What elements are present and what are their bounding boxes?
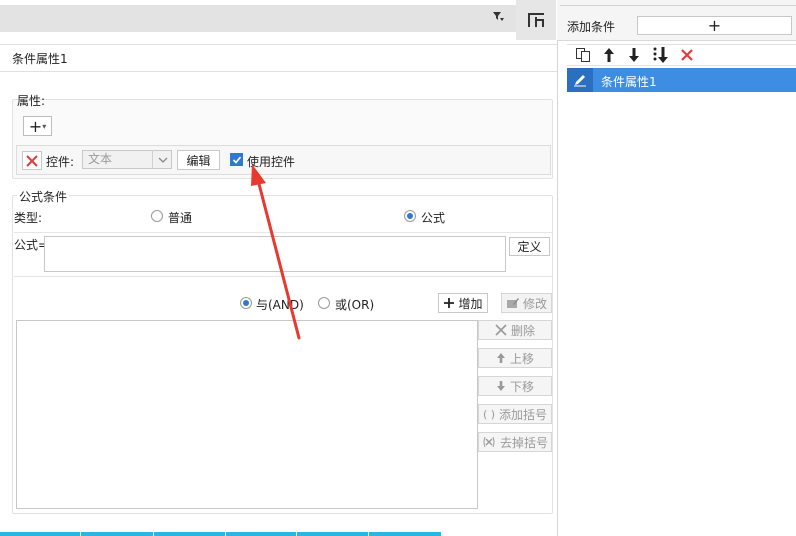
condition-list — [567, 67, 796, 536]
edit-pencil-icon — [567, 68, 593, 92]
down-label: 下移 — [509, 379, 534, 394]
delete-label: 删除 — [510, 323, 535, 338]
modify-icon — [506, 298, 519, 308]
add-condition-label: 添加条件 — [567, 20, 616, 34]
plus-icon: + — [28, 116, 43, 136]
move-up-button[interactable]: 上移 — [478, 348, 552, 368]
up-label: 上移 — [509, 351, 534, 366]
arrow-up-icon[interactable] — [600, 46, 618, 64]
checkmark-icon — [232, 155, 241, 164]
add-bracket-label: 添加括号 — [499, 407, 548, 422]
bottom-tab-strip — [0, 532, 441, 536]
type-label: 类型: — [14, 211, 43, 225]
property-label: 属性: — [17, 94, 46, 108]
use-control-label: 使用控件 — [247, 155, 296, 169]
use-control-checkbox[interactable] — [230, 153, 243, 166]
divider — [225, 532, 226, 536]
top-toolbar-strip — [0, 5, 516, 32]
list-item-label: 条件属性1 — [601, 75, 657, 89]
arrow-down-icon — [496, 381, 505, 391]
formula-condition-label: 公式条件 — [17, 188, 70, 205]
arrow-down-icon[interactable] — [625, 46, 643, 64]
edit-button[interactable]: 编辑 — [177, 150, 220, 170]
divider — [14, 276, 552, 277]
filter-dropdown-icon[interactable] — [492, 10, 504, 25]
modify-button[interactable]: 修改 — [501, 293, 552, 313]
divider — [368, 532, 369, 536]
chevron-down-icon: ▾ — [42, 121, 47, 131]
remove-bracket-label: 去掉括号 — [499, 435, 548, 450]
bracket-icon: ( ) — [482, 407, 496, 421]
logic-and-label: 与(AND) — [256, 298, 304, 312]
add-condition-button[interactable]: + — [637, 16, 792, 35]
close-icon — [495, 324, 507, 336]
divider — [14, 232, 552, 233]
page-title: 条件属性1 — [12, 52, 68, 66]
delete-property-button[interactable] — [22, 151, 42, 170]
add-property-button[interactable]: + ▾ — [23, 116, 52, 136]
condition-rows-list[interactable] — [16, 320, 478, 509]
remove-bracket-icon — [483, 436, 495, 448]
chevron-down-icon[interactable] — [152, 150, 172, 169]
remove-bracket-button[interactable]: 去掉括号 — [478, 432, 552, 452]
type-formula-radio[interactable] — [404, 210, 416, 222]
move-down-button[interactable]: 下移 — [478, 376, 552, 396]
logic-or-label: 或(OR) — [335, 298, 375, 312]
logic-or-radio[interactable] — [318, 297, 330, 309]
type-normal-radio[interactable] — [151, 210, 163, 222]
tab-title-bar — [0, 44, 557, 72]
divider — [560, 5, 796, 6]
divider — [296, 532, 297, 536]
copy-icon[interactable] — [574, 46, 592, 64]
divider — [80, 532, 81, 536]
add-bracket-button[interactable]: ( ) 添加括号 — [478, 404, 552, 424]
add-label: 增加 — [458, 296, 483, 311]
type-normal-label: 普通 — [168, 211, 193, 225]
modify-label: 修改 — [522, 296, 547, 311]
formula-input[interactable] — [44, 236, 506, 272]
close-icon — [26, 154, 38, 167]
sort-icon[interactable] — [651, 46, 669, 64]
type-formula-label: 公式 — [421, 211, 446, 225]
divider — [153, 532, 154, 536]
logic-and-radio[interactable] — [240, 297, 252, 309]
plus-icon — [444, 298, 455, 308]
formula-label: 公式= — [14, 238, 49, 252]
add-condition-row-button[interactable]: 增加 — [438, 293, 488, 313]
delete-icon[interactable] — [678, 46, 696, 64]
arrow-up-icon — [496, 353, 505, 363]
define-button[interactable]: 定义 — [509, 237, 550, 256]
control-label: 控件: — [46, 155, 75, 169]
delete-row-button[interactable]: 删除 — [478, 320, 552, 340]
layout-icon[interactable] — [516, 0, 556, 40]
